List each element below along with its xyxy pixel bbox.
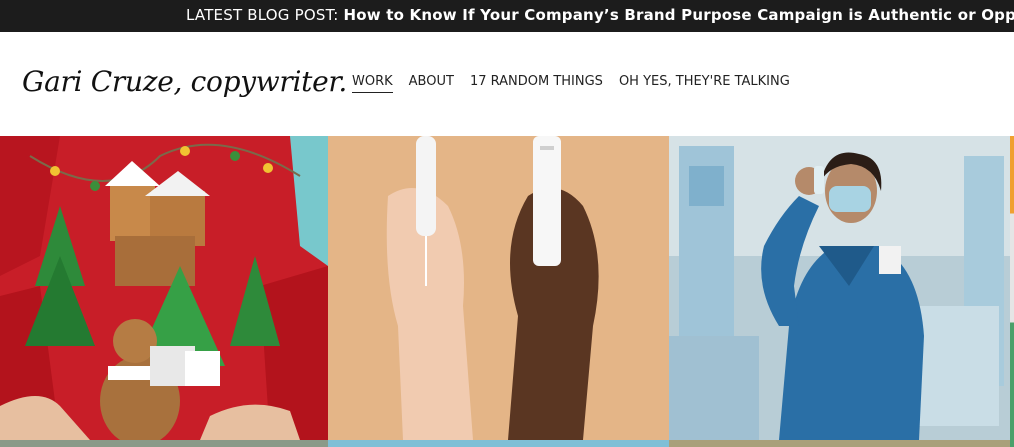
nav-item-work[interactable]: WORK <box>352 74 393 93</box>
latest-blog-post-link[interactable]: How to Know If Your Company’s Brand Purp… <box>344 6 1014 24</box>
next-row-strip-3 <box>669 440 1010 447</box>
announcement-prefix: LATEST BLOG POST: <box>186 6 339 24</box>
site-header: Gari Cruze, copywriter. WORK ABOUT 17 RA… <box>0 32 1014 136</box>
portfolio-grid <box>0 136 1014 447</box>
nav-item-oh-yes-theyre-talking[interactable]: OH YES, THEY'RE TALKING <box>619 74 790 93</box>
christmas-sweater-image <box>0 136 328 440</box>
announcement-bar: LATEST BLOG POST: How to Know If Your Co… <box>0 0 1014 32</box>
announcement-content: LATEST BLOG POST: How to Know If Your Co… <box>186 6 1014 24</box>
portfolio-tile-nurse[interactable] <box>669 136 1010 440</box>
tampons-image <box>328 136 669 440</box>
next-tile-edge <box>1010 136 1014 447</box>
portfolio-tile-tampons[interactable] <box>328 136 669 440</box>
next-row-strip-2 <box>328 440 669 447</box>
portfolio-tile-christmas-sweater[interactable] <box>0 136 328 440</box>
main-nav: WORK ABOUT 17 RANDOM THINGS OH YES, THEY… <box>352 74 790 93</box>
nav-item-about[interactable]: ABOUT <box>409 74 454 93</box>
nurse-image <box>669 136 1010 440</box>
next-row-strip-1 <box>0 440 328 447</box>
nav-item-17-random-things[interactable]: 17 RANDOM THINGS <box>470 74 603 93</box>
site-logo[interactable]: Gari Cruze, copywriter. <box>22 65 347 98</box>
